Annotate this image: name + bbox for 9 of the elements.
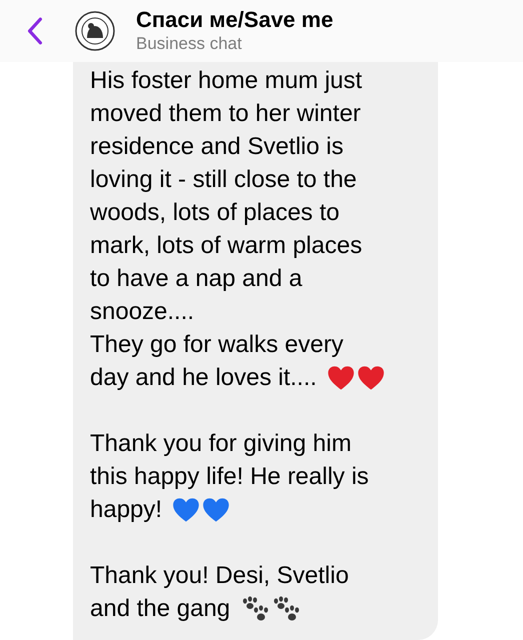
- message-text: happy!: [90, 495, 162, 525]
- paw-prints-icon: [241, 596, 270, 622]
- paw-prints-icon: [272, 596, 300, 622]
- message-text: and the gang: [90, 594, 230, 624]
- message-text: Thank you! Desi, Svetlio: [90, 561, 350, 591]
- message-text: day and he loves it....: [90, 363, 317, 393]
- chat-title: Спаси ме/Save me: [136, 7, 334, 33]
- back-icon[interactable]: [27, 17, 43, 45]
- chat-subtitle: Business chat: [136, 33, 243, 55]
